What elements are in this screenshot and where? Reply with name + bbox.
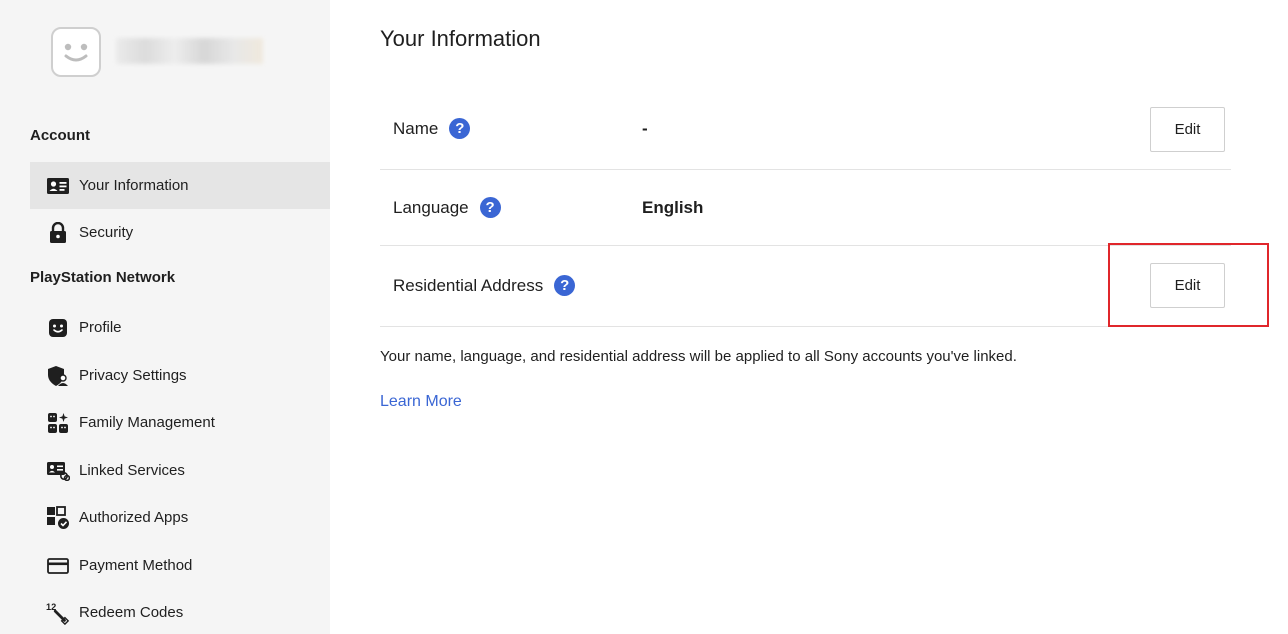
sidebar-item-label: Family Management xyxy=(79,414,215,431)
sidebar-item-authorized-apps[interactable]: Authorized Apps xyxy=(30,494,330,541)
sidebar: Account Your Information Security PlaySt… xyxy=(0,0,330,634)
account-section-label: Account xyxy=(30,127,90,144)
help-icon[interactable]: ? xyxy=(449,118,471,139)
sidebar-item-label: Payment Method xyxy=(79,557,193,574)
smiley-face-icon xyxy=(64,43,88,62)
sidebar-item-linked-services[interactable]: Linked Services xyxy=(30,447,330,494)
sidebar-item-security[interactable]: Security xyxy=(30,209,330,256)
sidebar-item-label: Security xyxy=(79,224,134,241)
shield-user-icon xyxy=(46,364,70,388)
row-value-name: - xyxy=(642,119,648,138)
sidebar-item-label: Profile xyxy=(79,319,122,336)
psn-section-label: PlayStation Network xyxy=(30,269,176,286)
edit-name-button[interactable]: Edit xyxy=(1150,107,1225,152)
sidebar-item-family-management[interactable]: Family Management xyxy=(30,399,330,446)
id-card-icon xyxy=(46,174,70,198)
sidebar-item-label: Redeem Codes xyxy=(79,604,184,621)
sidebar-item-label: Privacy Settings xyxy=(79,367,187,384)
redeem-icon: 12 xyxy=(46,601,70,625)
help-icon[interactable]: ? xyxy=(554,275,576,296)
sidebar-item-label: Authorized Apps xyxy=(79,509,189,526)
row-label-language: Language xyxy=(393,197,469,217)
lock-icon xyxy=(46,221,70,245)
apps-check-icon xyxy=(46,505,70,530)
linked-card-icon xyxy=(46,459,70,483)
info-row-language: Language ? English xyxy=(380,170,1231,246)
help-icon[interactable]: ? xyxy=(479,197,501,218)
username-redacted xyxy=(116,38,263,64)
learn-more-link[interactable]: Learn More xyxy=(380,393,462,411)
sidebar-item-profile[interactable]: Profile xyxy=(30,304,330,351)
page-title: Your Information xyxy=(380,26,541,51)
avatar[interactable] xyxy=(51,27,101,77)
sidebar-item-redeem-codes[interactable]: 12 Redeem Codes xyxy=(30,589,330,634)
sidebar-item-privacy-settings[interactable]: Privacy Settings xyxy=(30,352,330,399)
row-label-residential-address: Residential Address xyxy=(393,275,544,295)
highlight-annotation-box xyxy=(1108,243,1269,327)
row-label-name: Name xyxy=(393,118,439,138)
linked-accounts-note: Your name, language, and residential add… xyxy=(380,348,1017,365)
credit-card-icon xyxy=(46,554,70,578)
sidebar-item-payment-method[interactable]: Payment Method xyxy=(30,542,330,589)
sidebar-item-label: Linked Services xyxy=(79,462,185,479)
sidebar-item-label: Your Information xyxy=(79,177,189,194)
info-row-name: Name ? - Edit xyxy=(380,91,1231,170)
family-icon xyxy=(46,411,70,435)
info-row-residential-address: Residential Address ? Edit xyxy=(380,246,1231,327)
face-icon xyxy=(46,316,70,340)
sidebar-item-your-information[interactable]: Your Information xyxy=(30,162,330,209)
row-value-language: English xyxy=(642,198,704,217)
